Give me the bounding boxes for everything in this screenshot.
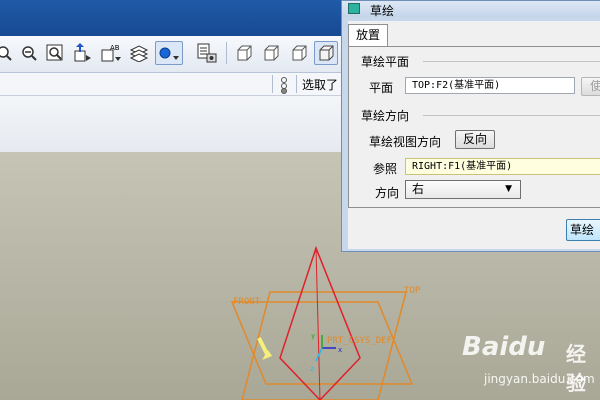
watermark-brand-cn: 经验	[566, 342, 586, 395]
top-plane-label: TOP	[404, 286, 421, 296]
reference-label: 参照	[373, 162, 398, 176]
sketch-dialog: 草绘 放置 草绘平面 平面 TOP:F2(基准平面) 使 草绘方向 草绘视图方向…	[341, 0, 600, 252]
toolbar-separator	[226, 42, 227, 64]
section-sketch-orientation: 草绘方向	[361, 109, 410, 123]
plane-label: 平面	[369, 81, 394, 95]
view-manager-icon[interactable]	[195, 41, 219, 65]
dialog-title-bar[interactable]: 草绘	[342, 1, 600, 18]
hidden-line-icon[interactable]	[259, 41, 283, 65]
shading-icon[interactable]	[314, 41, 338, 65]
right-plane-edge	[315, 247, 321, 400]
dialog-body: 放置 草绘平面 平面 TOP:F2(基准平面) 使 草绘方向 草绘视图方向 反向…	[348, 21, 600, 249]
csys-z-label: z	[310, 365, 314, 373]
orientation-value: 右	[412, 182, 425, 196]
orientation-select[interactable]: 右 ▼	[405, 180, 521, 199]
watermark-brand: Baidu	[462, 332, 546, 362]
chevron-down-icon: ▼	[505, 184, 512, 194]
section-divider	[423, 61, 600, 62]
view-direction-label: 草绘视图方向	[369, 135, 442, 149]
section-divider	[423, 115, 600, 116]
plane-field[interactable]: TOP:F2(基准平面)	[405, 77, 575, 94]
csys-y-label: y	[311, 332, 315, 340]
status-separator	[296, 75, 297, 93]
display-style-icon[interactable]	[155, 41, 183, 65]
placement-panel: 草绘平面 平面 TOP:F2(基准平面) 使 草绘方向 草绘视图方向 反向 参照…	[348, 46, 600, 208]
dialog-title: 草绘	[370, 4, 395, 18]
reference-field[interactable]: RIGHT:F1(基准平面)	[405, 158, 600, 175]
front-plane-label: FRONT	[233, 297, 261, 307]
status-separator	[272, 75, 273, 93]
section-sketch-plane: 草绘平面	[361, 55, 410, 69]
filter-icon[interactable]	[278, 76, 290, 97]
flip-button[interactable]: 反向	[455, 130, 495, 149]
zoom-in-icon[interactable]	[0, 41, 16, 65]
baidu-watermark: Baidu 经验 jingyan.baidu.com	[462, 332, 600, 395]
direction-arrow	[257, 337, 272, 360]
no-hidden-icon[interactable]	[287, 41, 311, 65]
sketch-button[interactable]: 草绘	[566, 219, 600, 241]
right-datum-plane	[279, 245, 361, 400]
use-previous-button[interactable]: 使	[581, 77, 600, 96]
watermark-url: jingyan.baidu.com	[484, 372, 595, 386]
csys-name-label: PRT_CSYS_DEF	[327, 336, 392, 346]
selection-status-text: 选取了	[302, 78, 339, 92]
reorient-icon[interactable]	[70, 41, 94, 65]
orientation-label: 方向	[375, 186, 400, 200]
saved-views-icon[interactable]: AB	[99, 41, 123, 65]
shaded-icon[interactable]	[232, 41, 256, 65]
refit-icon[interactable]	[43, 41, 67, 65]
zoom-out-icon[interactable]	[17, 41, 41, 65]
tab-placement[interactable]: 放置	[348, 24, 388, 46]
csys-x-label: x	[338, 346, 342, 354]
svg-text:AB: AB	[110, 44, 120, 52]
dialog-app-icon	[348, 3, 360, 14]
layers-icon[interactable]	[127, 41, 151, 65]
